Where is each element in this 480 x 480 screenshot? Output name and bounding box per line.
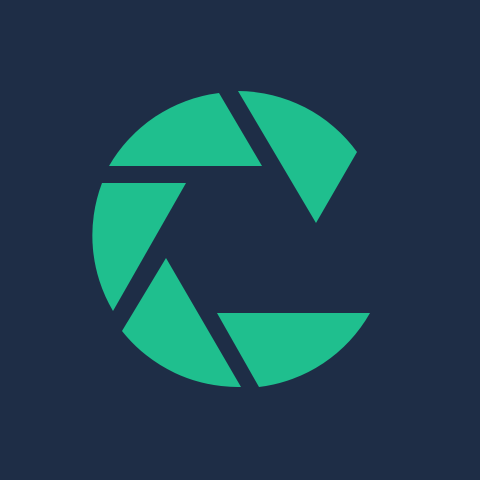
background [0, 0, 480, 480]
camera-aperture-icon [0, 0, 480, 480]
logo-canvas [0, 0, 480, 480]
